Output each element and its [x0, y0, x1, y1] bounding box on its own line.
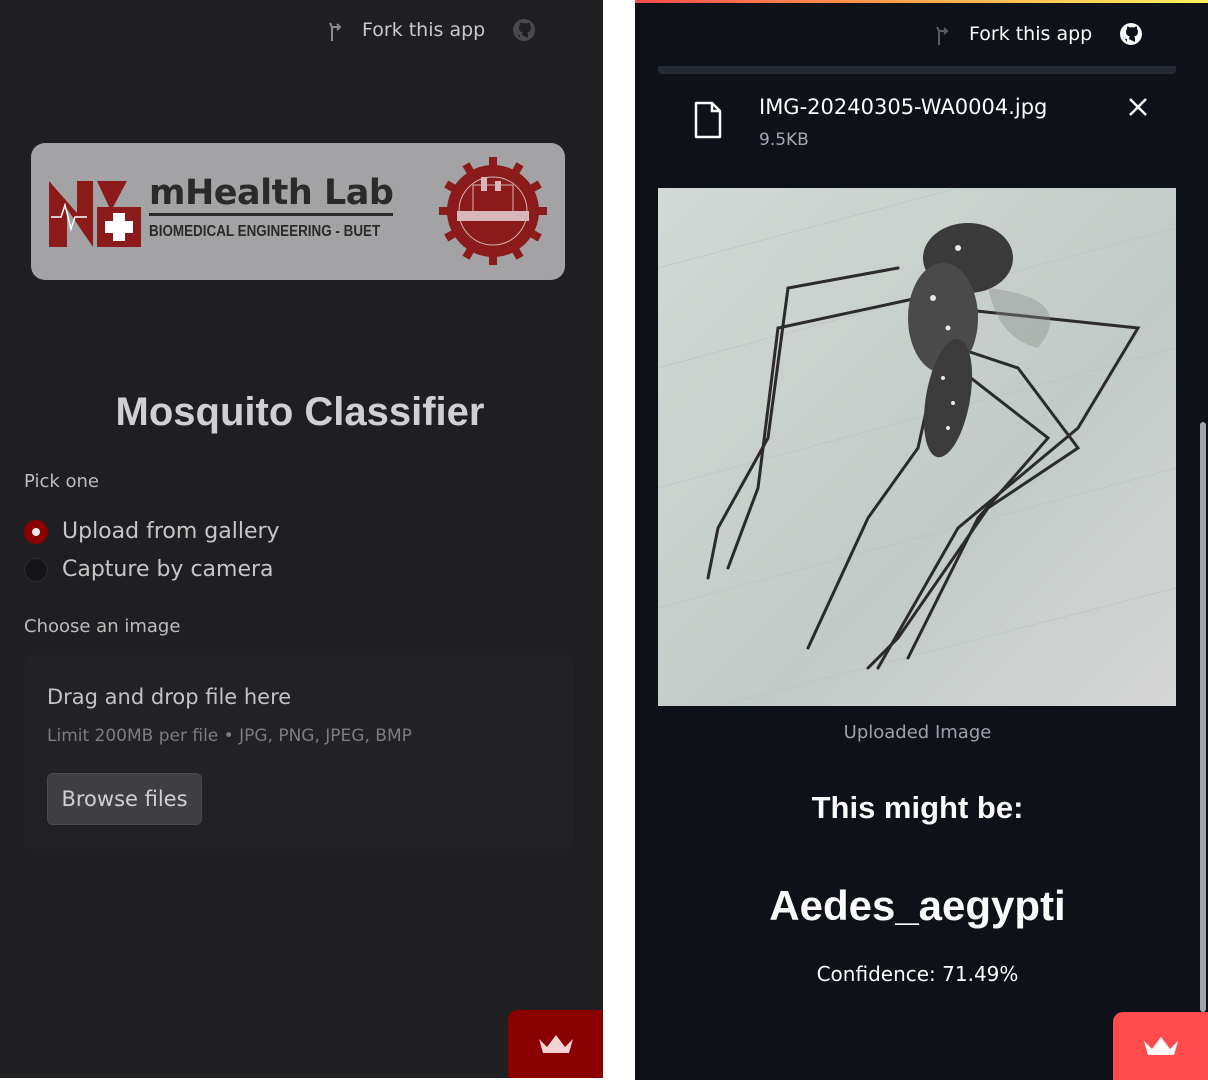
fork-icon[interactable]	[326, 17, 348, 43]
file-icon	[694, 101, 722, 139]
fork-app-link[interactable]: Fork this app	[362, 19, 485, 41]
github-icon[interactable]	[511, 17, 537, 43]
radio-label: Capture by camera	[62, 557, 274, 582]
logo-mark	[49, 181, 141, 247]
logo-subtitle: BIOMEDICAL ENGINEERING - BUET	[149, 223, 381, 240]
crown-icon	[538, 1035, 573, 1053]
dropzone-edge	[658, 66, 1176, 74]
close-icon[interactable]	[1127, 96, 1149, 118]
prediction-heading: This might be:	[811, 790, 1024, 825]
scrollbar[interactable]	[1200, 422, 1206, 1012]
picker-label: Pick one	[24, 471, 99, 492]
right-screen: Fork this app IMG-20240305-WA0004.jpg 9.…	[635, 0, 1208, 1080]
streamlit-badge[interactable]	[508, 1010, 603, 1078]
streamlit-badge[interactable]	[1113, 1012, 1208, 1080]
radio-upload-from-gallery[interactable]: Upload from gallery	[24, 519, 280, 544]
radio-capture-by-camera[interactable]: Capture by camera	[24, 557, 274, 582]
logo-underline	[149, 213, 393, 216]
page-title: Mosquito Classifier	[115, 390, 485, 434]
lab-logo: mHealth Lab BIOMEDICAL ENGINEERING - BUE…	[31, 143, 565, 280]
github-icon[interactable]	[1118, 21, 1144, 47]
file-dropzone[interactable]: Drag and drop file here Limit 200MB per …	[24, 655, 574, 849]
radio-selected-icon[interactable]	[24, 519, 48, 544]
prediction-result: Aedes_aegypti	[769, 882, 1066, 929]
fork-app-link[interactable]: Fork this app	[969, 23, 1092, 45]
uploader-label: Choose an image	[24, 616, 181, 637]
university-seal-icon	[439, 157, 547, 265]
left-screen: Fork this app mHealth Lab BIOMEDICAL ENG…	[0, 0, 603, 1078]
logo-title: mHealth Lab	[149, 173, 394, 213]
uploaded-mosquito-image	[658, 188, 1176, 706]
crown-icon	[1143, 1037, 1178, 1055]
uploaded-file-size: 9.5KB	[759, 130, 809, 150]
dropzone-title: Drag and drop file here	[47, 685, 292, 709]
header-decoration	[635, 0, 1208, 3]
header-toolbar: Fork this app	[933, 21, 1144, 47]
browse-files-button[interactable]: Browse files	[47, 773, 202, 825]
uploaded-file-name: IMG-20240305-WA0004.jpg	[759, 95, 1048, 119]
confidence-text: Confidence: 71.49%	[816, 962, 1019, 986]
image-caption: Uploaded Image	[843, 722, 992, 743]
radio-label: Upload from gallery	[62, 519, 280, 544]
fork-icon[interactable]	[933, 21, 955, 47]
dropzone-limit-text: Limit 200MB per file • JPG, PNG, JPEG, B…	[47, 726, 412, 746]
header-toolbar: Fork this app	[326, 17, 537, 43]
radio-unselected-icon[interactable]	[24, 557, 48, 582]
